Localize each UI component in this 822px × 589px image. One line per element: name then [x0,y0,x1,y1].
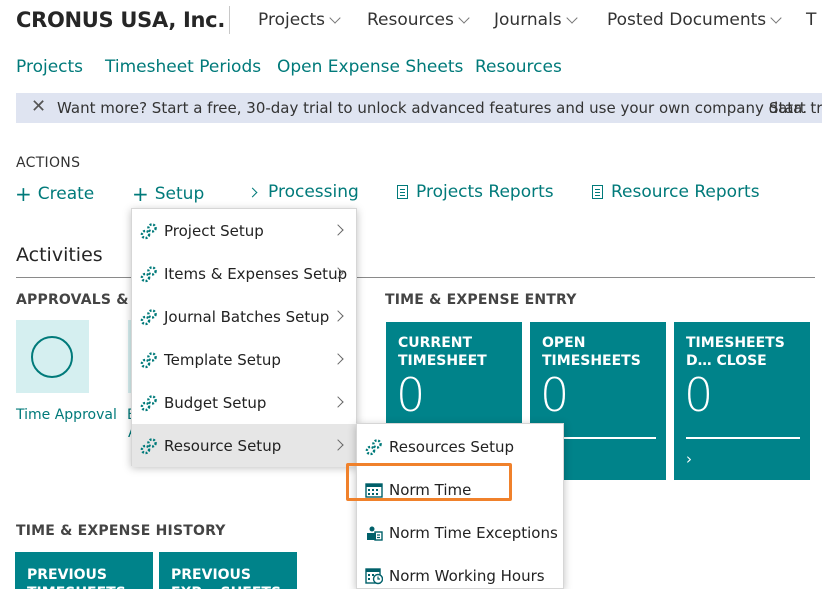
nav-label: T [806,10,817,30]
company-name[interactable]: CRONUS USA, Inc. [16,8,225,32]
chevron-right-icon [332,224,344,236]
tile-title: PREVIOUS EXP… SHEETS [171,567,281,589]
chevron-down-icon [770,11,782,24]
chevron-right-icon [332,396,344,408]
menu-item-label: Resource Setup [164,436,282,455]
chevron-right-icon[interactable]: › [686,450,692,468]
nav-journals[interactable]: Journals [494,10,578,30]
activities-title: Activities [16,244,103,266]
tile-title: PREVIOUS TIMESHEETS [27,567,126,589]
resource-setup-submenu: Resources Setup Norm Time Norm Time Exce… [356,423,564,589]
setup-icon [140,351,157,368]
nav-resources[interactable]: Resources [367,10,470,30]
previous-timesheets-tile[interactable]: PREVIOUS TIMESHEETS [15,552,153,589]
banner-message: Want more? Start a free, 30-day trial to… [57,99,808,117]
close-icon[interactable]: ✕ [31,96,46,117]
chevron-right-icon [332,310,344,322]
time-approval-tile[interactable] [16,320,89,393]
actions-heading: ACTIONS [16,155,81,171]
setup-icon [140,222,157,239]
menu-item-label: Project Setup [164,221,264,240]
time-exception-icon [367,526,383,541]
menu-item-budget-setup[interactable]: Budget Setup [132,381,356,424]
chevron-down-icon [329,11,341,24]
menu-item-template-setup[interactable]: Template Setup [132,338,356,381]
plus-icon: + [15,182,32,206]
submenu-item-label: Norm Working Hours [389,566,545,585]
time-expense-entry-heading: TIME & EXPENSE ENTRY [385,292,577,308]
projects-reports-action[interactable]: Projects Reports [397,182,554,202]
start-trial-link[interactable]: Start tri [769,99,822,117]
header-divider [229,6,230,34]
nav-label: Projects [258,10,326,30]
time-expense-history-heading: TIME & EXPENSE HISTORY [16,523,226,539]
report-icon [592,185,603,199]
link-open-expense-sheets[interactable]: Open Expense Sheets [277,57,463,77]
tile-title: OPEN TIMESHEETS [542,335,641,369]
setup-icon [140,437,157,454]
working-hours-icon [365,567,383,584]
tile-title: CURRENT TIMESHEET [398,335,487,369]
nav-truncated[interactable]: T [806,10,816,30]
menu-item-label: Items & Expenses Setup [164,264,348,283]
action-label: Resource Reports [611,182,760,202]
trial-banner: ✕ Want more? Start a free, 30-day trial … [16,93,822,123]
setup-icon [140,265,157,282]
submenu-item-norm-working-hours[interactable]: Norm Working Hours [357,554,563,588]
circle-icon [31,336,73,378]
submenu-item-norm-time-exceptions[interactable]: Norm Time Exceptions [357,511,563,554]
nav-posted-documents[interactable]: Posted Documents [607,10,782,30]
menu-item-resource-setup[interactable]: Resource Setup [132,424,356,467]
setup-icon [365,438,382,455]
processing-action[interactable]: Processing [247,182,359,202]
setup-icon [140,308,157,325]
tile-title: TIMESHEETS D… CLOSE [686,335,785,369]
create-action[interactable]: + Create [15,182,94,206]
nav-label: Resources [367,10,454,30]
chevron-right-icon [332,353,344,365]
timesheets-due-tile[interactable]: TIMESHEETS D… CLOSE 0 › [674,322,810,480]
menu-item-items-expenses-setup[interactable]: Items & Expenses Setup [132,252,356,295]
submenu-item-resources-setup[interactable]: Resources Setup [357,425,563,468]
tile-value: 0 [540,368,570,422]
report-icon [397,185,408,199]
setup-menu: Project Setup Items & Expenses Setup Jou… [131,208,357,467]
menu-item-label: Journal Batches Setup [164,307,330,326]
link-timesheet-periods[interactable]: Timesheet Periods [105,57,261,77]
previous-expense-sheets-tile[interactable]: PREVIOUS EXP… SHEETS [159,552,297,589]
plus-icon: + [132,182,149,206]
chevron-right-icon [247,187,258,197]
chevron-down-icon [458,11,470,24]
setup-action[interactable]: + Setup [132,182,204,206]
link-resources[interactable]: Resources [475,57,562,77]
menu-item-project-setup[interactable]: Project Setup [132,209,356,252]
tile-value: 0 [396,368,426,422]
norm-time-highlight [346,463,512,501]
nav-projects[interactable]: Projects [258,10,341,30]
menu-item-label: Template Setup [164,350,281,369]
submenu-item-label: Norm Time Exceptions [389,523,558,542]
submenu-item-label: Resources Setup [389,437,515,456]
link-projects[interactable]: Projects [16,57,83,77]
tile-value: 0 [684,368,714,422]
time-approval-caption[interactable]: Time Approval [16,407,117,423]
resource-reports-action[interactable]: Resource Reports [592,182,760,202]
tile-underline [686,437,800,439]
menu-item-journal-batches-setup[interactable]: Journal Batches Setup [132,295,356,338]
menu-item-label: Budget Setup [164,393,267,412]
action-label: Create [37,184,95,204]
action-label: Processing [268,182,359,202]
chevron-right-icon [332,439,344,451]
nav-label: Posted Documents [607,10,767,30]
action-label: Projects Reports [416,182,554,202]
action-label: Setup [154,184,205,204]
setup-icon [140,394,157,411]
chevron-down-icon [565,11,578,24]
approvals-heading: APPROVALS & A [16,292,145,308]
nav-label: Journals [494,10,562,30]
